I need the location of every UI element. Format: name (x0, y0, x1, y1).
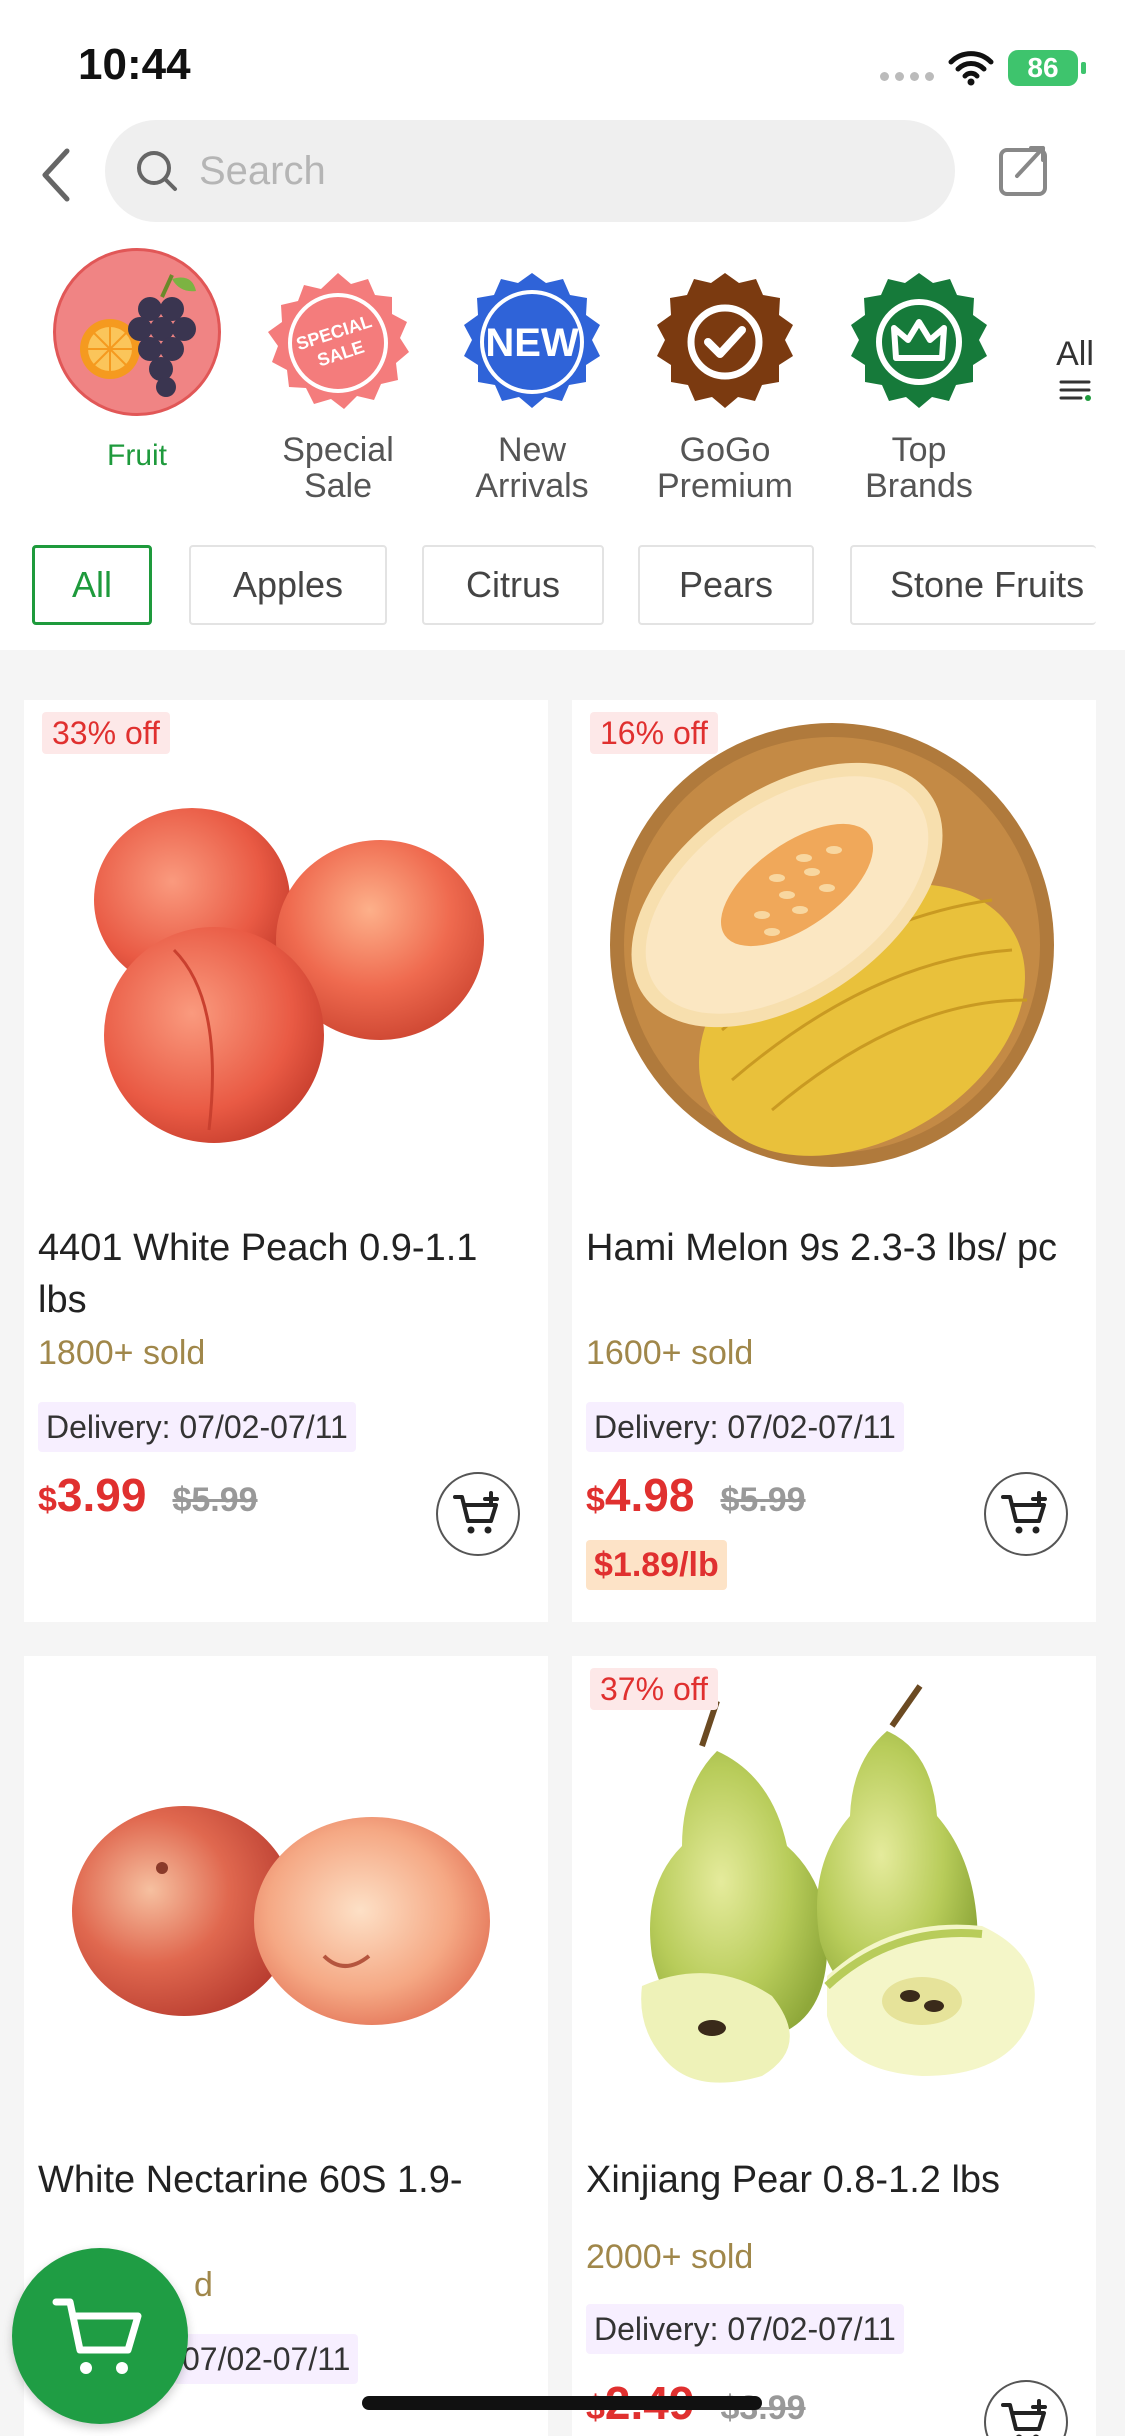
search-bar[interactable]: Search (105, 120, 955, 222)
crown-icon (844, 270, 994, 420)
delivery-window: Delivery: 07/02-07/11 (586, 1402, 904, 1452)
wifi-icon (948, 51, 994, 86)
chip-stone-fruits[interactable]: Stone Fruits (850, 545, 1096, 625)
product-image (94, 808, 484, 1143)
discount-badge: 33% off (42, 712, 170, 754)
category-new-arrivals[interactable]: NEW New Arrivals (437, 240, 627, 504)
delivery-window: 07/02-07/11 (174, 2334, 359, 2384)
all-categories-label: All (1056, 335, 1094, 373)
add-to-cart-button[interactable] (436, 1472, 520, 1556)
status-time: 10:44 (78, 40, 191, 89)
home-indicator (362, 2396, 762, 2410)
product-title: White Nectarine 60S 1.9- (38, 2159, 463, 2201)
sold-count: 1600+ sold (586, 1334, 754, 1372)
header: Search (0, 110, 1125, 240)
category-label: Special Sale (282, 431, 394, 505)
price-currency: $ (586, 1481, 605, 1519)
chip-citrus[interactable]: Citrus (422, 545, 604, 625)
price-current: 4.98 (604, 1469, 695, 1521)
premium-check-icon (650, 270, 800, 420)
price-original: $5.99 (172, 1481, 258, 1519)
cellular-signal-icon (880, 72, 934, 81)
price-original: $5.99 (720, 1481, 806, 1519)
all-categories-button[interactable]: All (1035, 335, 1115, 404)
price-currency: $ (38, 1481, 57, 1519)
chip-pears[interactable]: Pears (638, 545, 814, 625)
sold-count: d (194, 2266, 213, 2304)
product-title: Hami Melon 9s 2.3-3 lbs/ pc (586, 1227, 1057, 1269)
new-badge-icon: NEW (457, 270, 607, 420)
chip-apples[interactable]: Apples (189, 545, 387, 625)
unit-price: $1.89/lb (586, 1540, 727, 1590)
discount-badge: 16% off (590, 712, 718, 754)
svg-text:NEW: NEW (485, 321, 579, 365)
category-label: GoGo Premium (656, 431, 794, 505)
battery-indicator: 86 (1008, 50, 1086, 86)
category-special-sale[interactable]: SPECIAL SALE Special Sale (243, 240, 433, 504)
delivery-window: Delivery: 07/02-07/11 (586, 2304, 904, 2354)
search-icon (137, 151, 177, 191)
category-row: Fruit SPECIAL SALE Special Sale NEW New … (0, 240, 1125, 520)
product-image (72, 1806, 490, 2025)
category-label: Fruit (107, 439, 167, 472)
price-current: 3.99 (56, 1469, 147, 1521)
price-row: $ 4.98 $5.99 (586, 1468, 806, 1522)
product-title: 4401 White Peach 0.9-1.1 lbs (38, 1227, 478, 1321)
add-cart-icon (453, 1491, 499, 1534)
battery-level: 86 (1027, 52, 1059, 83)
add-to-cart-button[interactable] (984, 1472, 1068, 1556)
product-image (641, 1684, 1035, 2083)
share-icon[interactable] (995, 140, 1055, 200)
delivery-window: Delivery: 07/02-07/11 (38, 1402, 356, 1452)
sold-count: 2000+ sold (586, 2238, 754, 2276)
product-card[interactable]: 16% off Hami Melon 9s 2.3-3 lbs/ pc 1600… (572, 700, 1096, 1622)
price-row: $ 3.99 $5.99 (38, 1468, 258, 1522)
product-title: Xinjiang Pear 0.8-1.2 lbs (586, 2159, 1001, 2201)
product-card[interactable]: 37% off Xinjiang Pear 0.8-1.2 lbs 2000+ … (572, 1656, 1096, 2436)
category-label: Top Brands (865, 431, 973, 505)
product-card[interactable]: 33% off 4401 White Peach 0.9-1.1 lbs 180… (24, 700, 548, 1622)
add-cart-icon (1001, 1491, 1047, 1534)
shopping-cart-icon (52, 2298, 142, 2374)
sold-count: 1800+ sold (38, 1334, 206, 1372)
category-gogo-premium[interactable]: GoGo Premium (630, 240, 820, 504)
category-fruit[interactable]: Fruit (42, 240, 232, 474)
add-to-cart-button[interactable] (984, 2380, 1068, 2436)
grapes-orange-icon (53, 248, 221, 416)
status-bar: 10:44 86 (0, 0, 1125, 110)
menu-list-icon (1059, 380, 1091, 401)
special-sale-icon: SPECIAL SALE (263, 270, 413, 420)
add-cart-icon (1001, 2399, 1047, 2436)
category-top-brands[interactable]: Top Brands (824, 240, 1014, 504)
category-label: New Arrivals (475, 431, 589, 505)
back-button[interactable] (30, 135, 80, 215)
chip-all[interactable]: All (32, 545, 152, 625)
discount-badge: 37% off (590, 1668, 718, 1710)
search-input[interactable]: Search (199, 149, 326, 194)
filter-chip-row: All Apples Citrus Pears Stone Fruits (0, 520, 1125, 650)
chevron-left-icon (42, 148, 70, 202)
product-image (610, 723, 1054, 1167)
floating-cart-button[interactable] (12, 2248, 188, 2424)
